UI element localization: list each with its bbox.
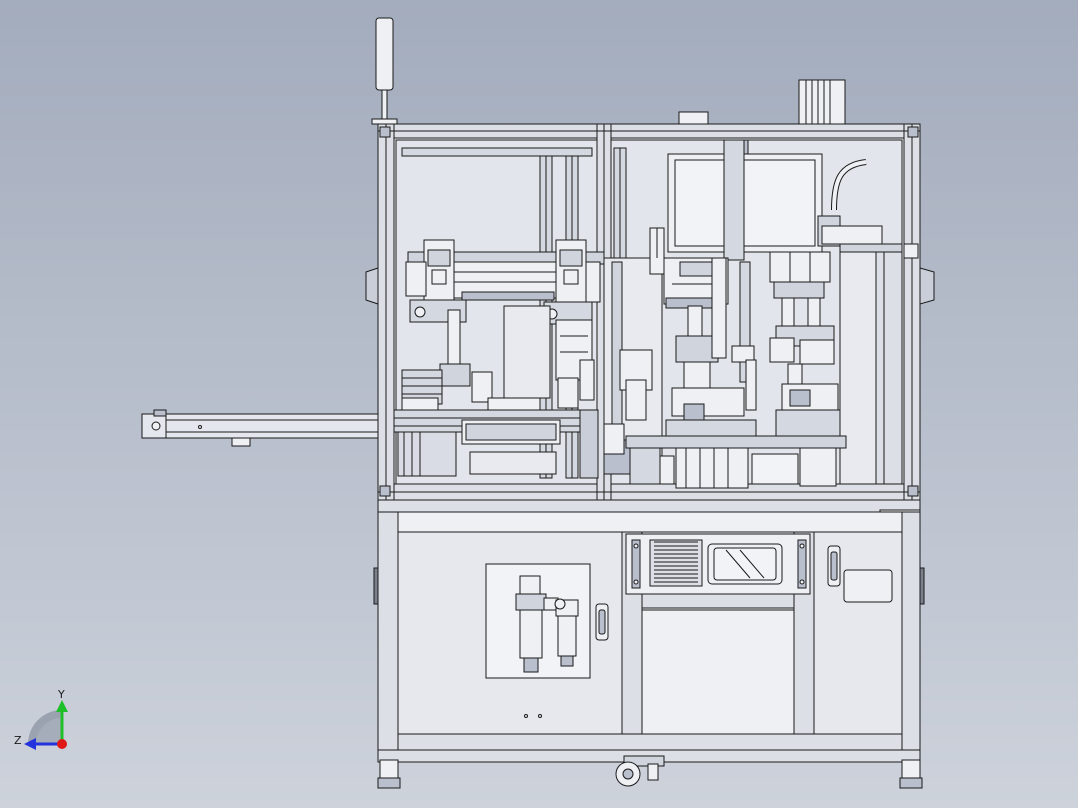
top-block [678,111,709,125]
conveyor-rail [141,397,599,479]
signal-tower [371,17,398,125]
air-unit [485,563,591,679]
y-axis-label: Y [57,688,65,701]
screw-2 [538,714,542,718]
screw-1 [524,714,528,718]
top-motor [798,79,846,125]
press-module [663,257,757,437]
shelf [641,593,795,609]
left-handle [365,267,379,305]
axis-triad-icon: Y Z [14,688,68,750]
center-column [723,139,745,261]
z-axis-label: Z [14,734,22,747]
right-handle [919,267,935,305]
nameplate [843,569,893,603]
cad-viewport[interactable]: Y Z [0,0,1078,808]
hmi-screen [667,139,823,253]
machine-model[interactable]: Y Z [0,0,1078,808]
controller-panel [625,533,811,595]
base-fixtures [625,435,847,489]
